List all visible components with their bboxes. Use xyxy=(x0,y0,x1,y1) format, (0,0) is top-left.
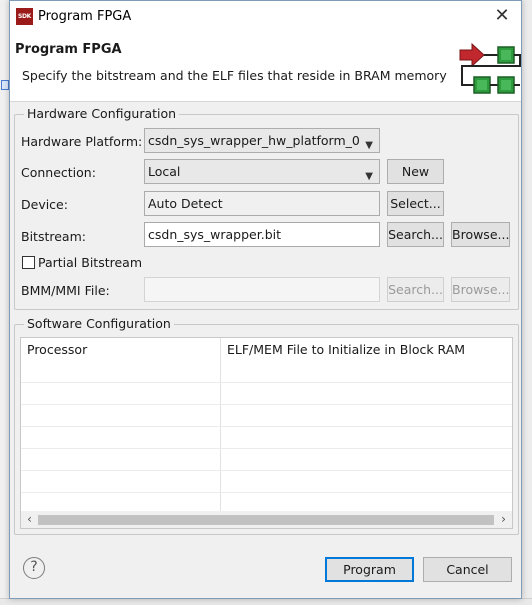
partial-bitstream-label: Partial Bitstream xyxy=(38,255,143,270)
chevron-down-icon: ▼ xyxy=(365,171,373,182)
bmm-mmi-file-label: BMM/MMI File: xyxy=(21,283,110,298)
window-title: Program FPGA xyxy=(38,9,132,24)
software-configuration-legend: Software Configuration xyxy=(24,316,174,331)
bmm-mmi-file-input[interactable] xyxy=(144,277,380,302)
scroll-left-icon[interactable]: ‹ xyxy=(22,512,37,526)
horizontal-scrollbar[interactable]: ‹ › xyxy=(21,511,512,528)
program-button[interactable]: Program xyxy=(325,557,414,582)
partial-bitstream-checkbox[interactable] xyxy=(22,256,35,269)
bitstream-input[interactable]: csdn_sys_wrapper.bit xyxy=(144,222,380,247)
hardware-platform-value: csdn_sys_wrapper_hw_platform_0 xyxy=(148,133,360,148)
hardware-platform-label: Hardware Platform: xyxy=(21,134,143,149)
table-row-divider xyxy=(21,426,512,427)
device-select-button[interactable]: Select... xyxy=(387,191,444,216)
bitstream-browse-button[interactable]: Browse... xyxy=(451,222,510,247)
header-banner: Program FPGA Specify the bitstream and t… xyxy=(10,32,521,102)
sdk-app-icon: SDK xyxy=(16,8,33,25)
connection-label: Connection: xyxy=(21,165,96,180)
new-connection-button[interactable]: New xyxy=(387,159,444,184)
banner-description: Specify the bitstream and the ELF files … xyxy=(22,68,447,83)
fpga-program-arrow-icon xyxy=(459,42,521,94)
bitstream-label: Bitstream: xyxy=(21,229,86,244)
hardware-platform-select[interactable]: csdn_sys_wrapper_hw_platform_0 ▼ xyxy=(144,128,380,153)
cancel-button[interactable]: Cancel xyxy=(423,557,512,582)
title-bar: SDK Program FPGA ✕ xyxy=(10,1,521,32)
table-row-divider xyxy=(21,382,512,383)
banner-title: Program FPGA xyxy=(15,42,122,57)
scrollbar-thumb[interactable] xyxy=(38,515,494,525)
table-row-divider xyxy=(21,492,512,493)
close-icon[interactable]: ✕ xyxy=(491,5,513,27)
connection-select[interactable]: Local ▼ xyxy=(144,159,380,184)
background-eclipse-right xyxy=(521,0,532,605)
connection-value: Local xyxy=(148,164,181,179)
background-eclipse-bottom xyxy=(0,598,532,605)
table-row-divider xyxy=(21,448,512,449)
column-header-elf-mem-file[interactable]: ELF/MEM File to Initialize in Block RAM xyxy=(221,338,512,382)
device-field[interactable]: Auto Detect xyxy=(144,191,380,216)
chevron-down-icon: ▼ xyxy=(365,140,373,151)
table-row-divider xyxy=(21,404,512,405)
device-label: Device: xyxy=(21,197,68,212)
bmm-browse-button[interactable]: Browse... xyxy=(451,277,510,302)
background-toolbar-icon xyxy=(1,80,9,90)
table-row-divider xyxy=(21,470,512,471)
scroll-right-icon[interactable]: › xyxy=(496,512,511,526)
column-divider xyxy=(220,338,221,511)
processor-elf-table[interactable]: Processor ELF/MEM File to Initialize in … xyxy=(20,337,513,529)
bitstream-search-button[interactable]: Search... xyxy=(387,222,444,247)
bmm-search-button[interactable]: Search... xyxy=(387,277,444,302)
program-fpga-dialog: SDK Program FPGA ✕ Program FPGA Specify … xyxy=(9,0,522,599)
hardware-configuration-legend: Hardware Configuration xyxy=(24,106,180,121)
help-icon[interactable]: ? xyxy=(23,557,45,579)
column-header-processor[interactable]: Processor xyxy=(21,338,220,382)
